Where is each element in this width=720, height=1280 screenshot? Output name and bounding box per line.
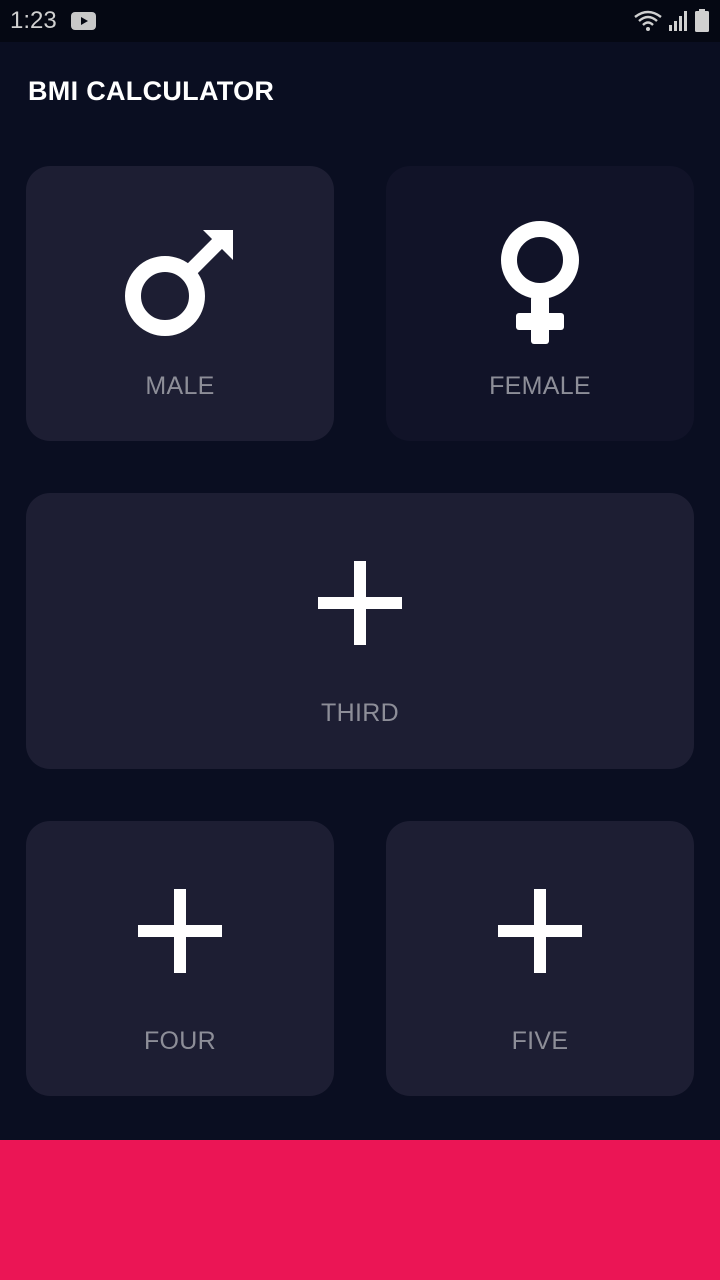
male-card[interactable]: MALE [26,166,334,441]
status-icons [634,8,710,34]
battery-icon [695,9,709,32]
status-bar: 1:23 [0,0,720,42]
five-label: FIVE [511,1027,569,1055]
plus-icon [138,889,222,973]
female-label: FEMALE [489,372,591,400]
wifi-icon [634,10,662,31]
male-label: MALE [145,372,215,400]
four-card[interactable]: FOUR [26,821,334,1096]
status-time: 1:23 [10,7,57,34]
third-label: THIRD [321,699,399,727]
male-symbol-icon [125,230,233,336]
female-card[interactable]: FEMALE [386,166,694,441]
signal-icon [669,11,687,31]
youtube-icon [71,12,96,30]
four-label: FOUR [143,1027,217,1055]
calculate-bar[interactable] [0,1140,720,1280]
third-card[interactable]: THIRD [26,493,694,769]
app-title: BMI CALCULATOR [28,76,275,106]
five-card[interactable]: FIVE [386,821,694,1096]
app-bar: BMI CALCULATOR [0,42,720,142]
plus-icon [318,561,402,645]
plus-icon [498,889,582,973]
female-symbol-icon [501,221,579,344]
